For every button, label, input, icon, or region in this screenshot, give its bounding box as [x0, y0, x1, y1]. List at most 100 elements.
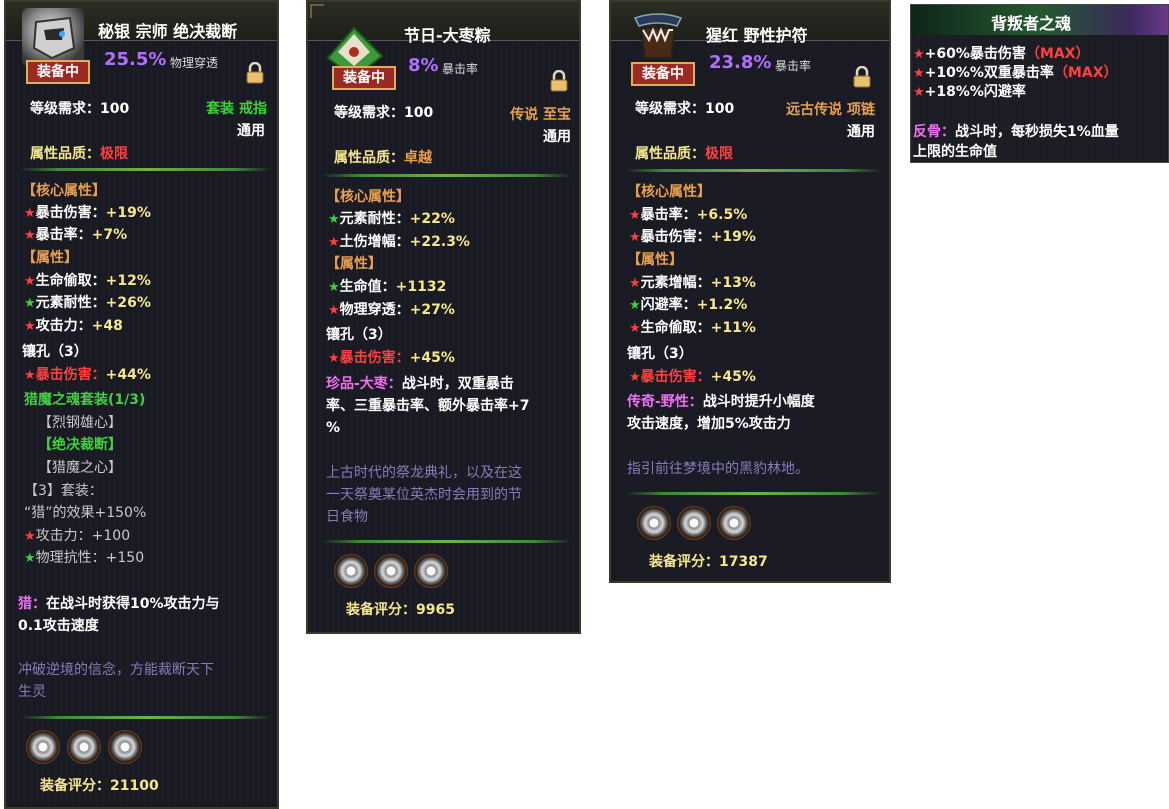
special-name: 珍品-大枣：	[326, 376, 402, 392]
gem-socket-icon[interactable]	[334, 554, 368, 588]
gem-socket-icon[interactable]	[637, 506, 671, 540]
stat-row: ★生命值：+1132	[328, 276, 446, 299]
special-text: 攻击速度，增加5%攻击力	[627, 416, 791, 432]
socket-count: 镶孔（3）	[627, 346, 693, 362]
lore-line: 指引前往梦境中的黑豹林地。	[627, 461, 809, 477]
lore-text: 冲破逆境的信念，方能裁断天下 生灵	[18, 659, 214, 703]
core-attributes-header: 【核心属性】	[326, 189, 410, 205]
soul-stat: +10%%双重暴击率	[924, 65, 1054, 81]
special-text: 战斗时，每秒损失1%血量	[955, 124, 1119, 140]
item-usage: 通用	[847, 124, 875, 140]
stat-row: ★元素耐性：+26%	[24, 292, 151, 315]
lore-line: 一天祭奠某位英杰时会用到的节	[326, 487, 522, 503]
divider	[625, 169, 881, 172]
lore-line: 冲破逆境的信念，方能裁断天下	[18, 662, 214, 678]
stat-label: 暴击率：	[640, 207, 697, 223]
stat-row: ★元素增幅：+13%	[629, 272, 756, 295]
gem-socket-icon[interactable]	[717, 506, 751, 540]
socket-stat-row: ★暴击伤害：+45%	[629, 366, 756, 389]
level-requirement: 等级需求：100	[30, 101, 130, 117]
item-name: 猩红 野性护符	[706, 26, 808, 45]
gem-socket-icon[interactable]	[374, 554, 408, 588]
red-star-icon: ★	[24, 206, 36, 221]
soul-stat: +18%%闪避率	[924, 84, 1026, 100]
gem-socket-icon[interactable]	[108, 730, 142, 764]
stat-value: +19%	[105, 205, 151, 221]
divider	[322, 174, 572, 177]
set-item: 【猎魔之心】	[38, 460, 122, 476]
set-bonus-stat: ★攻击力：+100	[24, 525, 130, 548]
stat-value: +150	[105, 550, 145, 566]
special-text: 在战斗时获得10%攻击力与	[46, 596, 220, 612]
gem-socket-icon[interactable]	[677, 506, 711, 540]
socket-count: 镶孔（3）	[22, 344, 88, 360]
frame-corner	[310, 4, 324, 18]
max-tag: （MAX）	[1053, 65, 1118, 81]
gem-socket-icon[interactable]	[414, 554, 448, 588]
red-star-icon: ★	[913, 85, 925, 100]
stat-label: 生命偷取：	[640, 320, 711, 336]
item-name: 节日-大枣粽	[404, 26, 491, 45]
green-star-icon: ★	[328, 212, 340, 227]
attributes-header: 【属性】	[627, 252, 683, 268]
stat-value: +45%	[710, 369, 756, 385]
green-star-icon: ★	[328, 280, 340, 295]
stat-value: +100	[91, 528, 131, 544]
green-star-icon: ★	[629, 298, 641, 313]
attributes-header: 【属性】	[22, 250, 78, 266]
red-star-icon: ★	[24, 228, 36, 243]
item-type: 远古传说 项链	[786, 102, 875, 118]
stat-label: 攻击力：	[35, 528, 92, 544]
main-stat-label: 物理穿透	[170, 56, 219, 70]
lock-icon[interactable]	[244, 61, 264, 84]
level-requirement: 等级需求：100	[334, 105, 434, 121]
stat-row: ★元素耐性：+22%	[328, 208, 455, 231]
special-effect: 猎：在战斗时获得10%攻击力与 0.1攻击速度	[18, 593, 220, 637]
divider	[625, 492, 881, 495]
special-name: 反骨：	[913, 124, 955, 140]
item-name: 秘银 宗师 绝决裁断	[98, 22, 238, 41]
socket-stat-row: ★暴击伤害：+45%	[328, 347, 455, 370]
stat-row: ★暴击伤害：+19%	[24, 202, 151, 225]
gem-socket-icon[interactable]	[26, 730, 60, 764]
equipment-score: 装备评分：21100	[40, 778, 159, 794]
special-name: 猎：	[18, 596, 46, 612]
gem-socket-icon[interactable]	[67, 730, 101, 764]
equipment-score: 装备评分：9965	[346, 602, 455, 618]
stat-row: ★暴击率：+6.5%	[629, 204, 747, 227]
helmet-icon	[22, 8, 84, 66]
soul-stat: +60%暴击伤害	[924, 46, 1026, 62]
socket-stat-row: ★暴击伤害：+44%	[24, 364, 151, 387]
special-text: 上限的生命值	[913, 144, 997, 160]
stat-value: +19%	[710, 229, 756, 245]
stat-value: +45%	[409, 350, 455, 366]
stat-value: +6.5%	[696, 207, 748, 223]
quality-label: 属性品质：	[334, 150, 404, 166]
stat-value: +26%	[105, 295, 151, 311]
item-usage: 通用	[237, 123, 265, 139]
quality-value: 卓越	[404, 150, 432, 166]
stat-value: +22.3%	[409, 234, 470, 250]
main-stat-label: 暴击率	[775, 59, 812, 73]
red-star-icon: ★	[629, 370, 641, 385]
quality-label: 属性品质：	[30, 146, 100, 162]
stat-value: +12%	[105, 273, 151, 289]
lock-icon[interactable]	[851, 65, 871, 88]
lock-icon[interactable]	[548, 69, 568, 92]
set-name: 猎魔之魂套装(1/3)	[24, 392, 146, 408]
stat-value: +44%	[105, 367, 151, 383]
red-star-icon: ★	[24, 368, 36, 383]
stat-label: 暴击伤害：	[35, 367, 106, 383]
red-star-icon: ★	[629, 230, 641, 245]
main-stat-label: 暴击率	[442, 62, 479, 76]
item-usage: 通用	[543, 129, 571, 145]
max-tag: （MAX）	[1025, 46, 1090, 62]
stat-row: ★闪避率：+1.2%	[629, 294, 747, 317]
quality-value: 极限	[705, 146, 733, 162]
stat-value: +7%	[91, 227, 128, 243]
stat-label: 元素耐性：	[35, 295, 106, 311]
equipped-badge: 装备中	[26, 60, 90, 84]
stat-label: 元素增幅：	[640, 275, 711, 291]
lore-line: 生灵	[18, 684, 46, 700]
stat-label: 闪避率：	[640, 297, 697, 313]
